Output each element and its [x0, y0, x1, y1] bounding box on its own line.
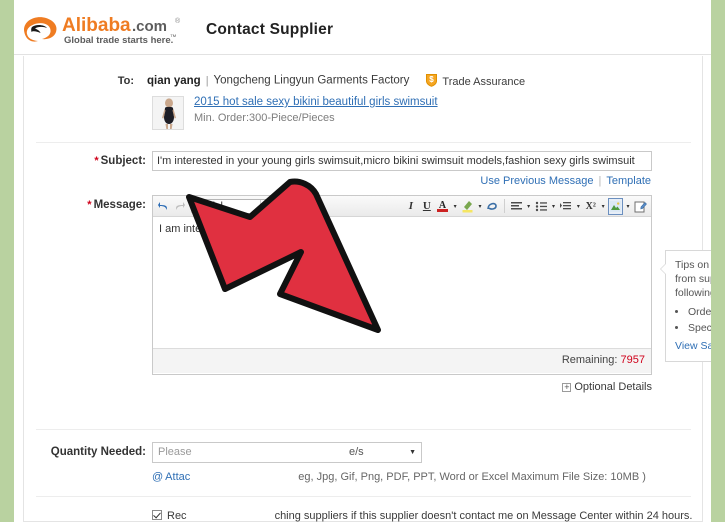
quantity-label: Quantity Needed:	[50, 446, 146, 458]
svg-text:Alibaba: Alibaba	[62, 15, 131, 36]
quantity-unit-suffix: e/s	[349, 446, 364, 458]
font-color-button[interactable]: A	[435, 198, 450, 215]
list-item: Special req	[688, 321, 711, 335]
recipient-label: To:	[117, 74, 134, 87]
superscript-caret-icon[interactable]: ▾	[599, 203, 607, 210]
subject-label: * Subject:	[24, 155, 146, 167]
tips-panel: Tips on gettin from suppliers following …	[660, 250, 711, 362]
highlight-pen-icon[interactable]	[460, 198, 475, 215]
use-previous-message-link[interactable]: Use Previous Message	[480, 175, 593, 187]
remaining-label: Remaining:	[561, 354, 618, 366]
subject-input[interactable]	[152, 151, 652, 171]
recipient-company[interactable]: Yongcheng Lingyun Garments Factory	[214, 75, 410, 87]
divider-middle	[36, 429, 691, 430]
edit-source-icon[interactable]	[633, 198, 648, 215]
quantity-placeholder: Please	[158, 446, 192, 458]
svg-text:™: ™	[170, 34, 177, 41]
page-title: Contact Supplier	[206, 21, 334, 38]
trade-assurance-label: Trade Assurance	[442, 76, 526, 88]
undo-icon[interactable]	[156, 198, 171, 215]
insert-image-icon[interactable]	[608, 197, 624, 215]
editor-footer: Remaining: 7957	[153, 348, 651, 373]
optional-details-toggle[interactable]: + Optional Details	[152, 381, 652, 393]
product-thumbnail[interactable]	[152, 96, 184, 130]
tips-bullet-list: Order quan Special req	[675, 305, 711, 335]
svg-text:$: $	[430, 75, 435, 84]
page-header: Alibaba .com ® Global trade starts here.…	[14, 0, 711, 55]
svg-text:Global trade starts here.: Global trade starts here.	[64, 35, 173, 46]
tips-line-2: from suppliers	[675, 273, 711, 285]
highlight-caret-icon[interactable]: ▾	[476, 203, 484, 210]
underline-button[interactable]: U	[419, 198, 434, 215]
align-left-icon[interactable]	[509, 198, 524, 215]
recipient-separator: |	[205, 74, 209, 87]
trade-assurance-badge[interactable]: $ Trade Assurance	[425, 73, 525, 88]
svg-text:®: ®	[175, 17, 181, 25]
template-link[interactable]: Template	[606, 175, 651, 187]
message-required-mark: *	[87, 199, 92, 211]
message-textarea[interactable]: I am interested in purchasing	[153, 217, 651, 348]
checkbox-recommend-text-after: ching suppliers if this supplier doesn't…	[274, 510, 693, 522]
indent-icon[interactable]	[558, 198, 573, 215]
italic-button[interactable]: I	[404, 198, 419, 215]
message-label: * Message:	[24, 199, 146, 211]
tips-line-3: following in yo	[675, 287, 711, 299]
font-family-select[interactable]: Arial ▼	[197, 198, 274, 214]
contact-form-card: To: qian yang | Yongcheng Lingyun Garments …	[23, 56, 711, 522]
product-thumbnail-image	[153, 97, 183, 129]
superscript-button[interactable]: X²	[583, 198, 598, 215]
checkbox-recommend[interactable]	[152, 510, 162, 520]
subject-label-text: Subject:	[100, 155, 146, 167]
contact-supplier-page: Alibaba .com ® Global trade starts here.…	[14, 0, 711, 522]
agreement-checkbox-group: Rec ching suppliers if this supplier does…	[152, 508, 692, 522]
product-info: 2015 hot sale sexy bikini beautiful girl…	[194, 95, 438, 124]
checkbox-recommend-text-before: Rec	[167, 510, 187, 522]
font-family-value: Arial	[202, 200, 223, 212]
divider-top	[36, 142, 691, 143]
recipient-row: To: qian yang | Yongcheng Lingyun Garments …	[24, 73, 702, 88]
indent-caret-icon[interactable]: ▾	[574, 203, 582, 210]
eraser-icon[interactable]	[485, 198, 500, 215]
image-caret-icon[interactable]: ▾	[624, 203, 632, 210]
quantity-select[interactable]: Please e/s ▼	[152, 442, 422, 463]
align-caret-icon[interactable]: ▾	[525, 203, 533, 210]
list-item: Order quan	[688, 305, 711, 319]
font-size-value: 12	[283, 200, 295, 212]
message-label-text: Message:	[93, 199, 146, 211]
expand-plus-icon: +	[562, 382, 572, 392]
remaining-counter: Remaining: 7957	[562, 354, 645, 366]
attachment-row: @ Attac eg, Jpg, Gif, Png, PDF, PPT, Word …	[152, 471, 646, 483]
message-editor: Arial ▼ 12 I U A ▾ ▾ ▾ ▾ ▾ X² ▾ ▾ I am i…	[152, 195, 652, 375]
font-color-caret-icon[interactable]: ▾	[451, 203, 459, 210]
svg-text:.com: .com	[132, 18, 167, 35]
shield-dollar-icon: $	[425, 73, 438, 87]
alibaba-logo-icon: Alibaba .com ® Global trade starts here.…	[24, 15, 181, 46]
attachment-hint: eg, Jpg, Gif, Png, PDF, PPT, Word or Exc…	[298, 471, 646, 483]
remaining-count: 7957	[620, 354, 645, 366]
font-size-select[interactable]: 12	[278, 198, 317, 214]
product-title-link[interactable]: 2015 hot sale sexy bikini beautiful girl…	[194, 95, 438, 110]
editor-toolbar: Arial ▼ 12 I U A ▾ ▾ ▾ ▾ ▾ X² ▾ ▾	[153, 196, 651, 217]
attach-file-link[interactable]: Attac	[165, 471, 190, 483]
bullet-list-icon[interactable]	[534, 198, 549, 215]
toolbar-separator-1	[190, 199, 192, 213]
alibaba-logo[interactable]: Alibaba .com ® Global trade starts here.…	[18, 12, 193, 48]
tips-line-1: Tips on gettin	[675, 259, 711, 271]
toolbar-separator-2	[503, 199, 505, 213]
divider-bottom	[36, 496, 691, 497]
chevron-down-icon: ▼	[260, 199, 270, 213]
checkbox-row-recommend[interactable]: Rec ching suppliers if this supplier does…	[152, 508, 692, 522]
subject-required-mark: *	[94, 155, 99, 167]
links-separator: |	[598, 175, 602, 187]
redo-icon[interactable]	[172, 198, 187, 215]
product-min-order: Min. Order:300-Piece/Pieces	[194, 112, 335, 124]
view-sample-link[interactable]: View Sample	[675, 339, 711, 353]
optional-details-label: Optional Details	[574, 381, 652, 393]
chevron-down-icon: ▼	[409, 449, 416, 456]
subject-quick-links: Use Previous Message | Template	[480, 175, 651, 187]
list-caret-icon[interactable]: ▾	[550, 203, 558, 210]
recipient-name: qian yang	[147, 74, 201, 87]
paperclip-icon: @	[152, 471, 164, 483]
